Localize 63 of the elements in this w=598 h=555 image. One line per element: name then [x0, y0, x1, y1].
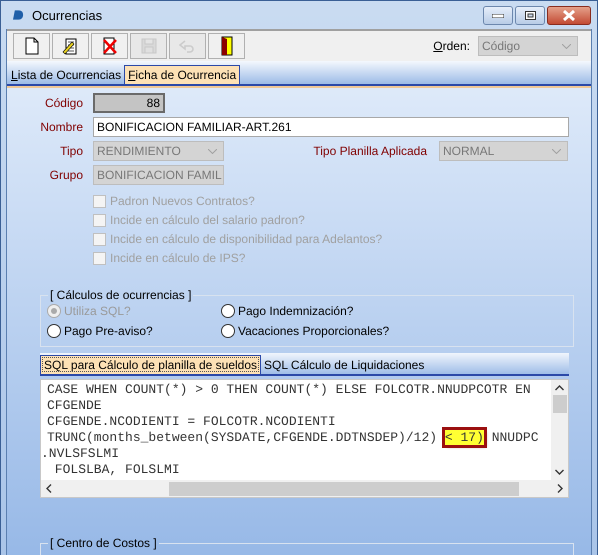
- name-label: Nombre: [39, 120, 83, 134]
- payroll-type-label: Tipo Planilla Aplicada: [313, 144, 427, 158]
- radio-label: Vacaciones Proporcionales?: [238, 324, 390, 338]
- radio-button[interactable]: [221, 304, 235, 318]
- sql-editor[interactable]: CASE WHEN COUNT(*) > 0 THEN COUNT(*) ELSE FOLCOTR.NNUDPCOTR EN CFGENDE CFGENDE.NCODIENTI = FOLCOTR.NCODIENTI TRUNC(months_between(SYSDATE,CFGENDE.DDTNSDEP)/12) < 17) NNUDPC .NVLSFSLMI FOLSLBA, FOLSLMI: [40, 379, 569, 498]
- code-text: TRUNC(months_between(SYSDATE,CFGENDE.DDTNSDEP)/12): [47, 430, 438, 445]
- checkbox-label: Incide en cálculo de IPS?: [110, 251, 246, 265]
- toolbar-button[interactable]: [208, 33, 245, 59]
- radio-label: Pago Indemnización?: [238, 304, 354, 318]
- minimize-icon: [492, 14, 504, 18]
- sql-tab[interactable]: SQL Cálculo de Liquidaciones: [261, 356, 428, 374]
- toolbar-button[interactable]: [91, 33, 128, 59]
- save-icon: [140, 38, 156, 54]
- group-label: Grupo: [48, 168, 83, 182]
- toolbar-button[interactable]: [13, 33, 50, 59]
- tab[interactable]: Ficha de Ocurrencia: [124, 65, 240, 84]
- scroll-thumb[interactable]: [552, 395, 566, 413]
- new-document-icon: [24, 37, 38, 55]
- checkbox-label: Padron Nuevos Contratos?: [110, 194, 255, 208]
- horizontal-scrollbar[interactable]: [41, 480, 568, 497]
- sql-tab[interactable]: SQL para Cálculo de planilla de sueldos: [40, 355, 262, 374]
- code-label: Código: [44, 96, 83, 110]
- scroll-left-icon: [46, 484, 52, 493]
- chevron-down-icon: [552, 148, 561, 154]
- code-line: CFGENDE.NCODIENTI = FOLCOTR.NCODIENTI: [47, 414, 337, 430]
- code-text: NNUDPC: [490, 430, 538, 445]
- close-button[interactable]: [547, 6, 591, 25]
- vertical-scrollbar[interactable]: [551, 380, 568, 480]
- radio-label: Pago Pre-aviso?: [64, 324, 153, 338]
- radio-button[interactable]: [47, 324, 61, 338]
- edit-document-icon: [62, 37, 80, 55]
- checkbox-label: Incide en cálculo de disponibilidad para Adelantos?: [110, 232, 382, 246]
- scroll-up-icon: [555, 385, 564, 391]
- group-title: [ Centro de Costos ]: [49, 536, 158, 550]
- maximize-icon: [524, 11, 536, 20]
- type-label: Tipo: [59, 144, 83, 158]
- name-field[interactable]: BONIFICACION FAMILIAR-ART.261: [93, 117, 569, 137]
- checkbox-label: Incide en cálculo del salario padron?: [110, 213, 305, 227]
- code-line: CASE WHEN COUNT(*) > 0 THEN COUNT(*) ELSE FOLCOTR.NNUDPCOTR EN: [47, 382, 532, 398]
- code-line: .NVLSFSLMI: [41, 446, 120, 462]
- group-title: [ Cálculos de ocurrencias ]: [49, 288, 192, 302]
- code-field[interactable]: 88: [93, 93, 165, 113]
- delete-document-icon: [102, 37, 118, 55]
- minimize-button[interactable]: [483, 6, 513, 25]
- radio-label: Utiliza SQL?: [64, 304, 131, 318]
- chevron-down-icon: [208, 148, 217, 154]
- highlighted-code: < 17): [444, 430, 484, 445]
- scroll-down-icon: [555, 469, 564, 475]
- close-icon: [562, 10, 576, 21]
- maximize-button[interactable]: [515, 6, 545, 25]
- app-icon: [13, 9, 24, 21]
- toolbar-button[interactable]: [52, 33, 89, 59]
- scroll-right-icon: [557, 484, 563, 493]
- radio-button[interactable]: [221, 324, 235, 338]
- order-label: Orden:: [433, 39, 470, 53]
- scroll-thumb[interactable]: [169, 482, 519, 496]
- window-title: Ocurrencias: [32, 8, 102, 22]
- code-line: FOLSLBA, FOLSLMI: [54, 462, 181, 478]
- exit-door-icon: [220, 36, 232, 56]
- code-line: CFGENDE: [47, 398, 103, 414]
- tab[interactable]: Lista de Ocurrencias: [8, 66, 124, 84]
- undo-icon: [178, 38, 196, 54]
- chevron-down-icon: [562, 44, 571, 48]
